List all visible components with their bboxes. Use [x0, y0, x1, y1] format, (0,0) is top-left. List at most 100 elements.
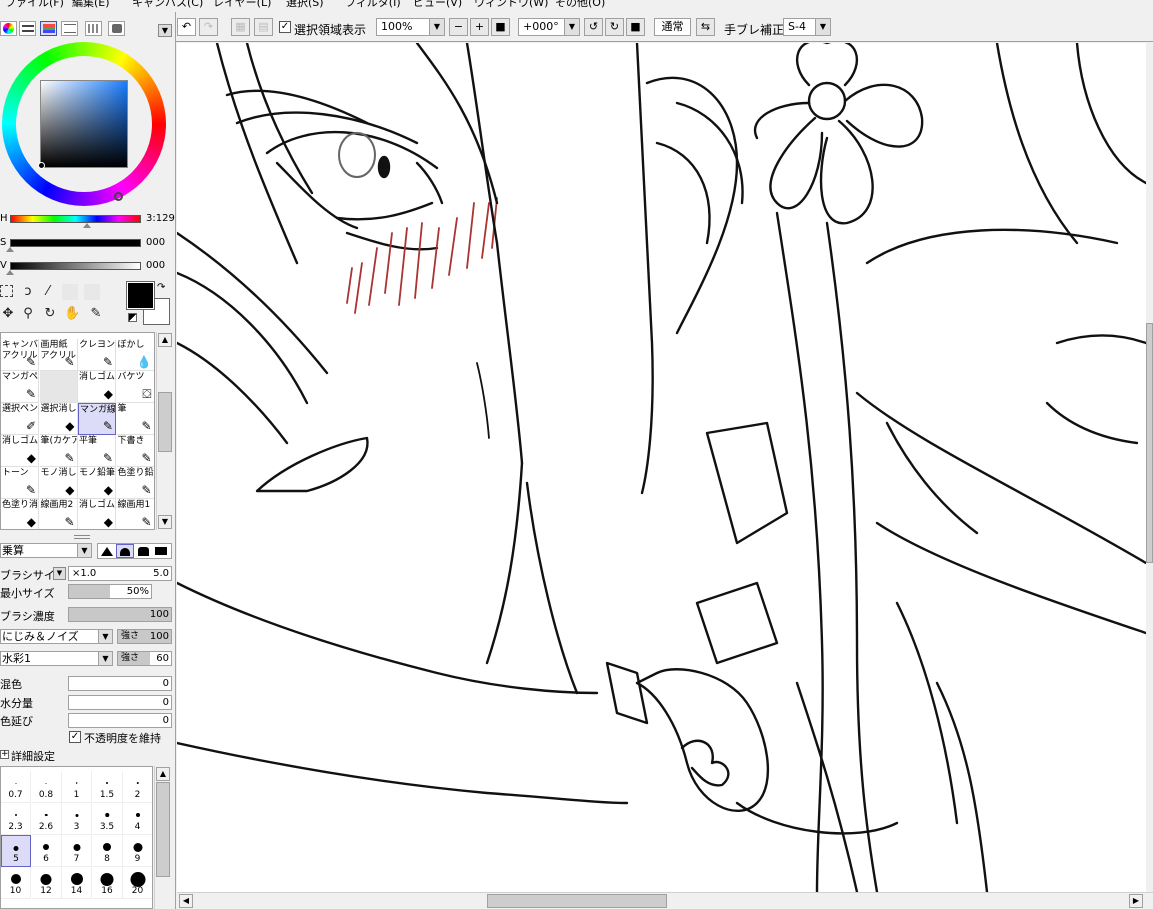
shape-square-icon[interactable] [155, 547, 167, 555]
rotate-right-button[interactable]: ↻ [605, 18, 624, 36]
brush-tool-2[interactable]: クレヨン ✎ [78, 339, 116, 371]
rotation-dropdown[interactable]: +000° ▼ [518, 18, 580, 36]
sv-marker[interactable] [38, 162, 45, 169]
texture1-strength-slider[interactable]: 強さ 100 [117, 629, 172, 644]
size-preset[interactable]: 3 [62, 803, 92, 835]
size-preset[interactable]: 1 [62, 771, 92, 803]
brush-tool-18[interactable]: モノ鉛筆 ◆ [78, 467, 116, 499]
size-preset[interactable]: 3.5 [92, 803, 123, 835]
scroll-thumb[interactable] [156, 782, 170, 877]
brush-tool-4[interactable]: マンガペン ✎ [1, 371, 39, 403]
redo-button[interactable]: ↷ [199, 18, 218, 36]
hand-icon[interactable]: ✋ [64, 306, 80, 322]
brush-tool-11[interactable]: 筆 ✎ [116, 403, 154, 435]
rotation-reset-button[interactable]: ■ [626, 18, 645, 36]
menu-file[interactable]: ファイル(F) [5, 0, 64, 10]
scroll-up-button[interactable]: ▲ [158, 333, 172, 347]
size-preset[interactable]: 2.3 [1, 803, 31, 835]
foreground-color-swatch[interactable] [126, 281, 155, 310]
select-rect-icon[interactable] [0, 285, 13, 297]
brush-tool-20[interactable]: 色塗り消 ◆ [1, 499, 39, 529]
brush-tool-19[interactable]: 色塗り鉛 ✎ [116, 467, 154, 499]
texture2-strength-slider[interactable]: 強さ 60 [117, 651, 172, 666]
rotate-icon[interactable]: ↻ [42, 306, 58, 322]
brush-tool-9[interactable]: 選択消し ◆ [39, 403, 78, 435]
brush-tool-14[interactable]: 平筆 ✎ [78, 435, 116, 467]
hue-slider[interactable] [10, 215, 141, 223]
size-preset[interactable]: 9 [123, 835, 152, 867]
hsv-slider-tab[interactable] [40, 21, 57, 36]
saturation-slider-handle[interactable] [6, 247, 14, 252]
rotate-left-button[interactable]: ↺ [584, 18, 603, 36]
invert-selection-button[interactable]: ▤ [254, 18, 273, 36]
swatches-tab[interactable] [85, 21, 102, 36]
brush-tool-23[interactable]: 線画用1 ✎ [117, 499, 154, 529]
size-preset[interactable]: 14 [62, 867, 92, 899]
canvas-vertical-scrollbar[interactable] [1146, 43, 1153, 892]
scroll-down-button[interactable]: ▼ [158, 515, 172, 529]
saturation-slider[interactable] [10, 239, 141, 247]
size-preset[interactable]: 12 [31, 867, 62, 899]
magic-wand-icon[interactable]: ⁄ [40, 284, 56, 300]
scroll-thumb[interactable] [158, 392, 172, 452]
zoom-in-button[interactable]: + [470, 18, 489, 36]
shape-round-icon[interactable] [116, 544, 134, 558]
panel-splitter[interactable] [74, 535, 90, 539]
stabilizer-dropdown[interactable]: S-4 ▼ [783, 18, 831, 36]
brush-tool-7[interactable]: バケツ ⛋ [116, 371, 154, 403]
size-preset[interactable]: 1.5 [92, 771, 123, 803]
menu-other[interactable]: その他(O) [555, 0, 605, 10]
lasso-icon[interactable]: ↄ [20, 284, 36, 300]
water-slider[interactable]: 0 [68, 695, 172, 710]
canvas-horizontal-scrollbar[interactable]: ◀ ▶ [177, 892, 1153, 909]
rgb-slider-tab[interactable] [19, 21, 36, 36]
drawing-canvas[interactable] [177, 43, 1146, 892]
brush-tool-22[interactable]: 消しゴム ◆ [78, 499, 116, 529]
move-icon[interactable]: ✥ [0, 306, 16, 322]
size-preset[interactable]: 2.6 [31, 803, 62, 835]
undo-button[interactable]: ↶ [177, 18, 196, 36]
brush-tool-1[interactable]: 画用紙 アクリル ✎ [39, 339, 78, 371]
hue-marker[interactable] [114, 192, 123, 201]
color-wheel[interactable] [2, 42, 166, 206]
show-selection-checkbox[interactable]: ✓ [279, 21, 291, 33]
menu-layer[interactable]: レイヤー(L) [213, 0, 271, 10]
zoom-dropdown[interactable]: 100% ▼ [376, 18, 445, 36]
flip-horizontal-button[interactable]: ⇆ [696, 18, 715, 36]
scroll-left-button[interactable]: ◀ [179, 894, 193, 908]
color-wheel-tab[interactable] [0, 21, 17, 36]
size-preset[interactable]: 7 [62, 835, 92, 867]
brush-tool-17[interactable]: モノ消しE ◆ [39, 467, 78, 499]
value-slider[interactable] [10, 262, 141, 270]
menu-select[interactable]: 選択(S) [286, 0, 324, 10]
size-preset[interactable]: 5 [1, 835, 31, 867]
brush-tool-0[interactable]: キャンバスアクリル✎ [1, 339, 39, 371]
shape-flat-icon[interactable] [138, 547, 149, 556]
menu-window[interactable]: ウィンドウ(W) [474, 0, 548, 10]
menu-canvas[interactable]: キャンバス(C) [132, 0, 203, 10]
brush-tool-6[interactable]: 消しゴム ◆ [78, 371, 116, 403]
size-preset[interactable]: 2 [123, 771, 152, 803]
brush-size-slider[interactable]: ×1.0 5.0 [68, 566, 172, 581]
brush-tool-5[interactable] [39, 371, 78, 403]
brush-tool-16[interactable]: トーン ✎ [1, 467, 39, 499]
size-preset[interactable]: 0.7 [1, 771, 31, 803]
scroll-right-button[interactable]: ▶ [1129, 894, 1143, 908]
brush-tool-13[interactable]: 筆(カケア ✎ [39, 435, 78, 467]
texture1-dropdown[interactable]: にじみ＆ノイズ ▼ [0, 629, 113, 644]
brush-tool-8[interactable]: 選択ペン ✐ [1, 403, 39, 435]
menu-filter[interactable]: フィルタ(I) [345, 0, 401, 10]
saturation-value-box[interactable] [40, 80, 128, 168]
keep-opacity-checkbox[interactable]: ✓ [69, 731, 81, 743]
density-slider[interactable]: 100 [68, 607, 172, 622]
size-preset[interactable]: 4 [123, 803, 152, 835]
mixer-tab[interactable] [61, 21, 78, 36]
brush-tool-10[interactable]: マンガ線 ✎ [78, 403, 116, 435]
mix-slider[interactable]: 0 [68, 676, 172, 691]
spread-slider[interactable]: 0 [68, 713, 172, 728]
size-preset[interactable]: 16 [92, 867, 123, 899]
value-slider-handle[interactable] [6, 270, 14, 275]
zoom-icon[interactable]: ⚲ [20, 306, 36, 322]
shape-pointed-icon[interactable] [101, 547, 113, 556]
size-multiplier-dropdown[interactable]: ▼ [53, 567, 66, 580]
